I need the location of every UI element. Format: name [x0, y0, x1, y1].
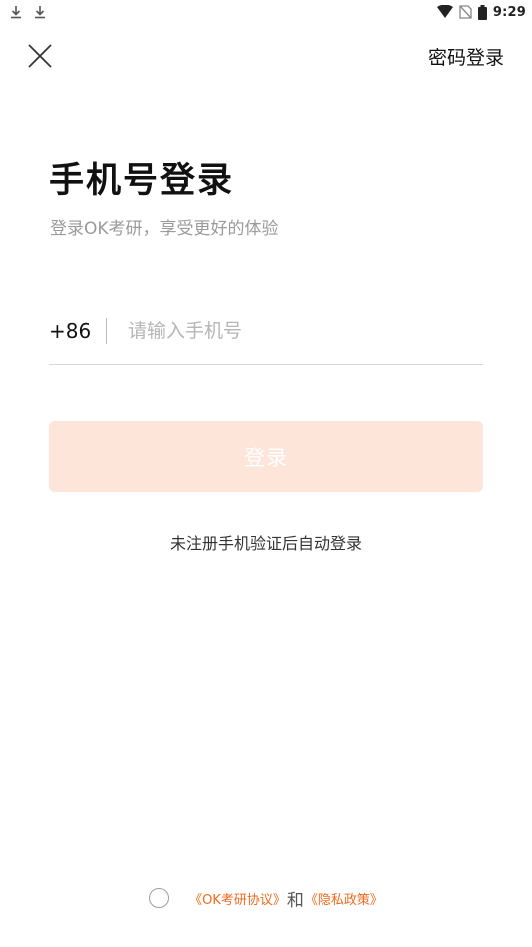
download-icon	[11, 6, 21, 19]
privacy-policy-link[interactable]: 《隐私政策》	[305, 889, 383, 908]
divider	[106, 318, 107, 344]
phone-input-row: +86	[49, 310, 483, 365]
country-code-selector[interactable]: +86	[49, 319, 91, 343]
wifi-icon	[436, 5, 453, 18]
status-time: 9:29	[492, 4, 526, 20]
status-bar: 9:29	[0, 0, 532, 24]
phone-number-input[interactable]	[128, 314, 468, 348]
ok-agreement-link[interactable]: 《OK考研协议》	[189, 889, 286, 908]
page-subtitle: 登录OK考研，享受更好的体验	[50, 219, 279, 239]
password-login-link[interactable]: 密码登录	[428, 43, 504, 70]
close-icon[interactable]	[24, 40, 56, 72]
battery-icon	[477, 4, 487, 20]
and-text: 和	[286, 890, 304, 911]
login-button[interactable]: 登录	[49, 421, 483, 492]
no-sim-icon	[459, 5, 472, 19]
auto-register-hint: 未注册手机验证后自动登录	[169, 534, 362, 553]
download-icon	[35, 6, 45, 19]
agreement-checkbox[interactable]	[149, 888, 170, 908]
page-title: 手机号登录	[49, 161, 235, 201]
agreement-row: 《OK考研协议》 和 《隐私政策》	[0, 883, 532, 913]
